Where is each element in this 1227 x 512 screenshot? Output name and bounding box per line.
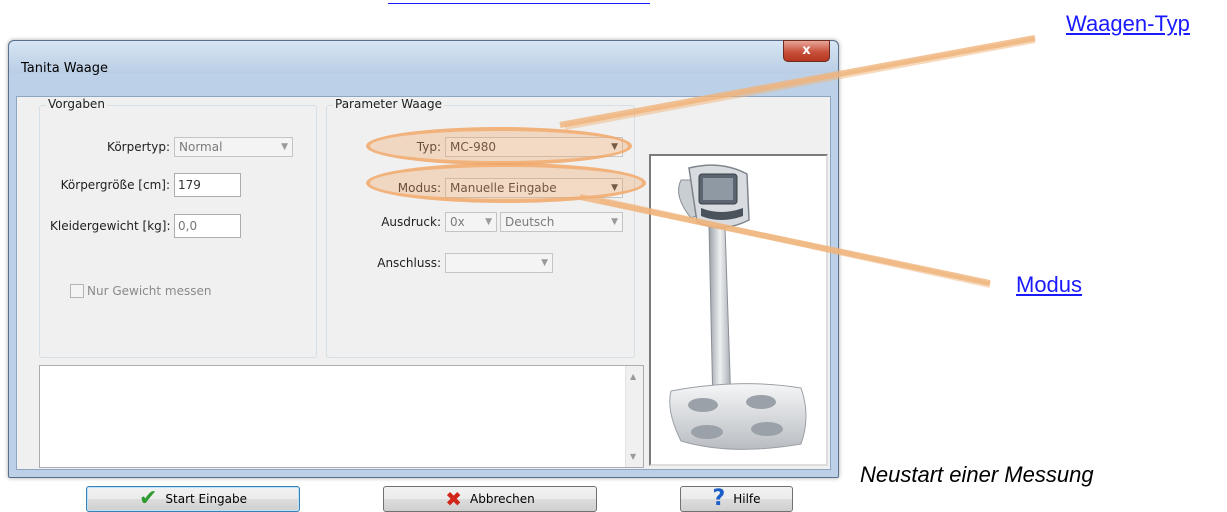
callout-lines (559, 35, 1036, 288)
start-button-label: Start Eingabe (165, 492, 248, 506)
help-button[interactable]: ? Hilfe (680, 486, 793, 512)
check-icon: ✔ (138, 486, 158, 511)
figure-caption: Neustart einer Messung (860, 462, 1094, 487)
help-button-label: Hilfe (733, 492, 761, 506)
x-icon: ✖ (445, 487, 463, 511)
cancel-button-label: Abbrechen (470, 492, 535, 506)
question-icon: ? (712, 486, 726, 511)
typ-callout-line-2 (564, 37, 1036, 130)
cancel-button[interactable]: ✖ Abbrechen (383, 486, 597, 512)
start-button[interactable]: ✔ Start Eingabe (86, 486, 300, 512)
modus-callout-line-2 (599, 197, 991, 288)
